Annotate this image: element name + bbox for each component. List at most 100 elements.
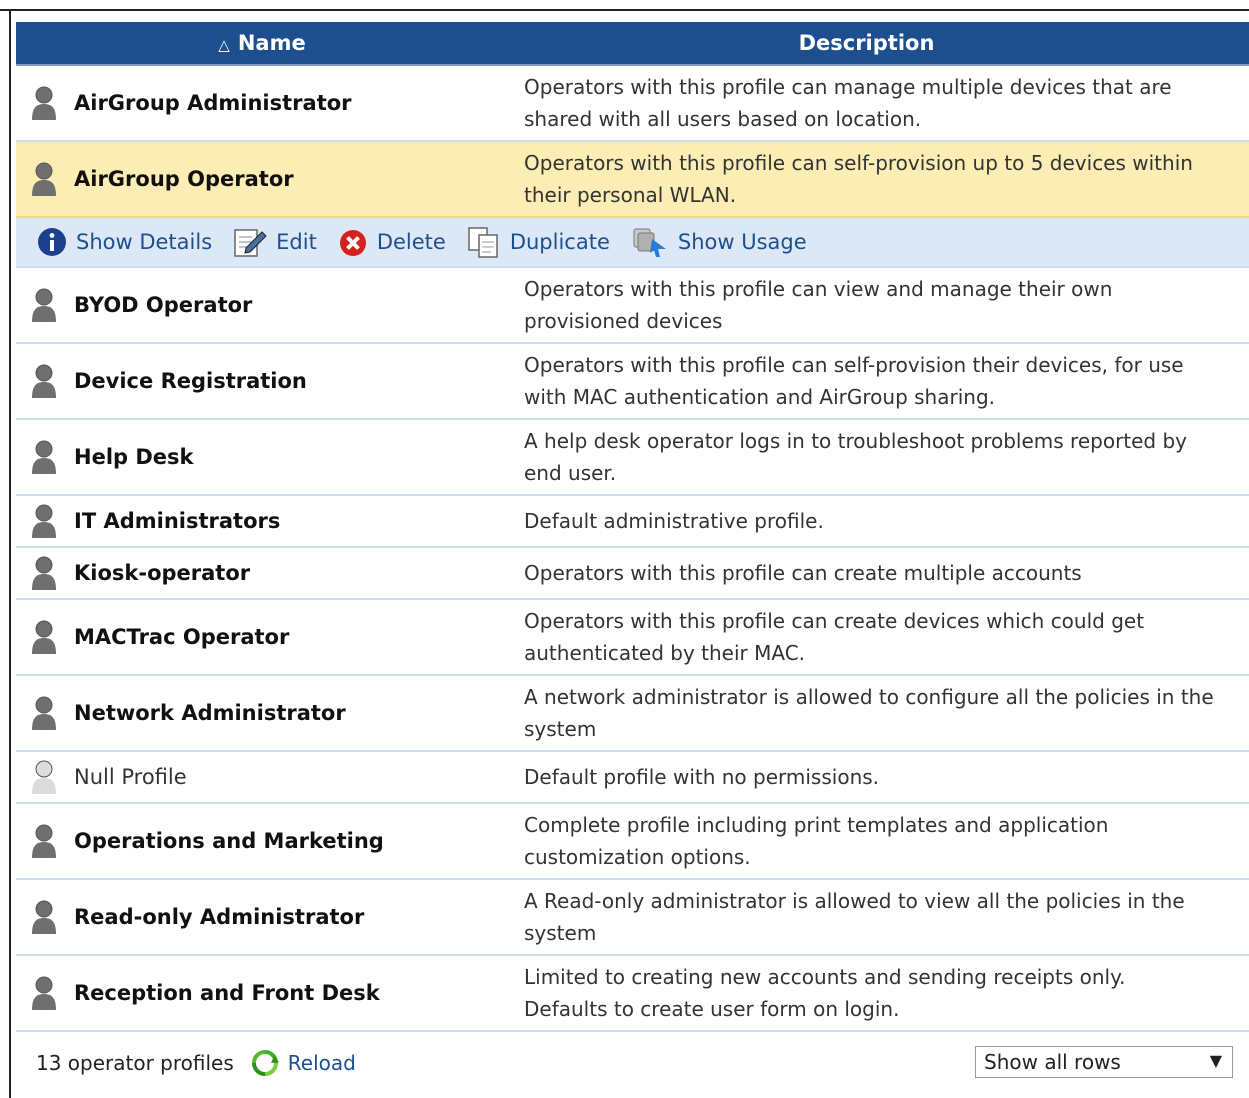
description-line: system — [524, 717, 597, 741]
operator-profile-icon — [30, 694, 58, 732]
row-actions-bar: Show Details Edit Delete Duplicate Show Usag… — [16, 218, 1249, 268]
operator-profile-icon — [30, 898, 58, 936]
description-line: system — [524, 921, 597, 945]
frame-top-border — [0, 9, 1249, 11]
table-header: △ Name Description — [16, 22, 1249, 66]
sort-ascending-icon: △ — [218, 36, 230, 54]
operator-profile-icon — [30, 160, 58, 198]
table-row[interactable]: Null Profile Default profile with no perm… — [16, 752, 1249, 804]
operator-profiles-table: △ Name Description AirGroup Administrator… — [16, 22, 1249, 1098]
cell-name: MACTrac Operator — [16, 618, 524, 656]
description-line: Default administrative profile. — [524, 509, 824, 533]
operator-profile-icon — [30, 84, 58, 122]
description-line: Operators with this profile can create m… — [524, 561, 1082, 585]
operator-profile-icon — [30, 974, 58, 1012]
table-row[interactable]: MACTrac Operator Operators with this prof… — [16, 600, 1249, 676]
profile-name[interactable]: AirGroup Operator — [74, 167, 294, 191]
profile-name[interactable]: AirGroup Administrator — [74, 91, 352, 115]
table-row[interactable]: Operations and Marketing Complete profile… — [16, 804, 1249, 880]
operator-profile-icon — [30, 758, 58, 796]
description-line: Operators with this profile can manage m… — [524, 75, 1172, 99]
cell-description: Complete profile including print templat… — [524, 809, 1249, 873]
table-row[interactable]: Kiosk-operator Operators with this profil… — [16, 548, 1249, 600]
cell-description: Default administrative profile. — [524, 505, 1249, 537]
cell-name: Read-only Administrator — [16, 898, 524, 936]
operator-profile-icon — [30, 438, 58, 476]
profile-name[interactable]: Network Administrator — [74, 701, 346, 725]
cell-description: Default profile with no permissions. — [524, 761, 1249, 793]
profile-name[interactable]: Operations and Marketing — [74, 829, 384, 853]
duplicate-icon — [468, 227, 498, 258]
table-row[interactable]: Network Administrator A network administr… — [16, 676, 1249, 752]
table-footer: 13 operator profiles Reload Show all row… — [16, 1032, 1249, 1094]
profile-name[interactable]: Device Registration — [74, 369, 307, 393]
cell-name: Help Desk — [16, 438, 524, 476]
edit-icon — [234, 229, 267, 257]
table-row[interactable]: AirGroup Administrator Operators with thi… — [16, 66, 1249, 142]
profile-name[interactable]: Kiosk-operator — [74, 561, 250, 585]
table-row[interactable]: Device Registration Operators with this p… — [16, 344, 1249, 420]
table-row[interactable]: BYOD Operator Operators with this profile… — [16, 268, 1249, 344]
cell-description: Operators with this profile can manage m… — [524, 71, 1249, 135]
description-line: authenticated by their MAC. — [524, 641, 806, 665]
operator-profile-icon — [30, 822, 58, 860]
column-header-description[interactable]: Description — [508, 31, 1249, 55]
delete-label: Delete — [376, 230, 446, 254]
cell-name: Device Registration — [16, 362, 524, 400]
rows-per-page-value: Show all rows — [984, 1050, 1121, 1074]
description-line: Limited to creating new accounts and sen… — [524, 965, 1126, 989]
profile-name[interactable]: BYOD Operator — [74, 293, 252, 317]
edit-link[interactable]: Edit — [232, 226, 317, 258]
show-details-link[interactable]: Show Details — [36, 226, 212, 258]
show-usage-label: Show Usage — [677, 230, 807, 254]
description-line: end user. — [524, 461, 617, 485]
cell-name: Reception and Front Desk — [16, 974, 524, 1012]
operator-profile-icon — [30, 362, 58, 400]
cell-description: Operators with this profile can self-pro… — [524, 349, 1249, 413]
profile-name[interactable]: Help Desk — [74, 445, 194, 469]
table-row[interactable]: IT Administrators Default administrative … — [16, 496, 1249, 548]
table-row[interactable]: Read-only Administrator A Read-only admin… — [16, 880, 1249, 956]
duplicate-link[interactable]: Duplicate — [466, 225, 610, 259]
info-icon — [38, 228, 66, 256]
operator-profiles-window: △ Name Description AirGroup Administrator… — [0, 0, 1249, 1098]
description-line: Complete profile including print templat… — [524, 813, 1109, 837]
profile-name[interactable]: Read-only Administrator — [74, 905, 364, 929]
profile-name[interactable]: Reception and Front Desk — [74, 981, 380, 1005]
cell-description: Limited to creating new accounts and sen… — [524, 961, 1249, 1025]
table-body: AirGroup Administrator Operators with thi… — [16, 66, 1249, 1032]
operator-profile-icon — [30, 502, 58, 540]
table-row[interactable]: Reception and Front Desk Limited to creat… — [16, 956, 1249, 1032]
cell-name: IT Administrators — [16, 502, 524, 540]
cell-name: Kiosk-operator — [16, 554, 524, 592]
profile-name[interactable]: IT Administrators — [74, 509, 280, 533]
operator-profile-icon — [30, 554, 58, 592]
cell-description: Operators with this profile can create m… — [524, 557, 1249, 589]
table-row[interactable]: Help Desk A help desk operator logs in to… — [16, 420, 1249, 496]
cell-name: BYOD Operator — [16, 286, 524, 324]
description-line: A network administrator is allowed to co… — [524, 685, 1214, 709]
cell-name: Operations and Marketing — [16, 822, 524, 860]
description-line: Operators with this profile can self-pro… — [524, 353, 1184, 377]
rows-per-page-select[interactable]: Show all rows ▼ — [975, 1046, 1233, 1078]
reload-link[interactable]: Reload — [250, 1048, 356, 1078]
description-line: Operators with this profile can self-pro… — [524, 151, 1193, 175]
description-line: Default profile with no permissions. — [524, 765, 880, 789]
cell-description: Operators with this profile can self-pro… — [524, 147, 1249, 211]
operator-profile-icon — [30, 618, 58, 656]
description-line: Operators with this profile can create d… — [524, 609, 1145, 633]
description-line: provisioned devices — [524, 309, 723, 333]
column-header-name[interactable]: △ Name — [16, 31, 508, 55]
profile-name[interactable]: MACTrac Operator — [74, 625, 289, 649]
cell-description: A help desk operator logs in to troubles… — [524, 425, 1249, 489]
dropdown-caret-icon: ▼ — [1209, 1051, 1222, 1070]
cell-description: A Read-only administrator is allowed to … — [524, 885, 1249, 949]
show-usage-link[interactable]: Show Usage — [630, 225, 807, 259]
edit-label: Edit — [276, 230, 317, 254]
delete-link[interactable]: Delete — [337, 226, 446, 258]
profile-name[interactable]: Null Profile — [74, 765, 187, 789]
operator-profile-icon — [30, 286, 58, 324]
profile-count: 13 operator profiles — [36, 1051, 234, 1075]
cell-description: Operators with this profile can view and… — [524, 273, 1249, 337]
table-row[interactable]: AirGroup Operator Operators with this pro… — [16, 142, 1249, 218]
